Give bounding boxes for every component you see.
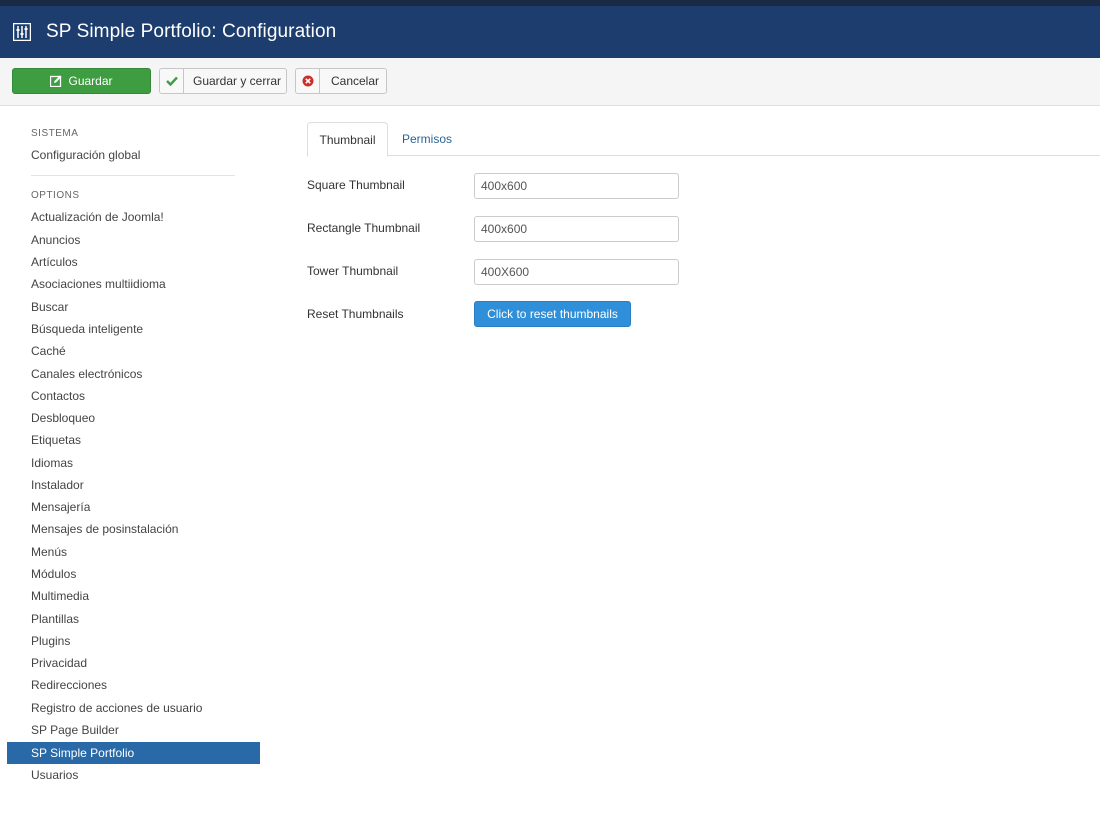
sidebar-item[interactable]: Buscar: [31, 300, 68, 314]
sidebar-item[interactable]: Mensajería: [31, 500, 90, 514]
page-header: SP Simple Portfolio: Configuration: [0, 6, 1100, 58]
edit-icon: [50, 75, 62, 87]
sidebar-item[interactable]: Idiomas: [31, 456, 73, 470]
tower-thumbnail-label: Tower Thumbnail: [307, 264, 399, 278]
sidebar-divider: [31, 175, 235, 176]
sidebar-item[interactable]: Anuncios: [31, 233, 80, 247]
cancel-label: Cancelar: [330, 74, 380, 88]
sidebar-item[interactable]: Canales electrónicos: [31, 367, 142, 381]
sidebar-heading-options: OPTIONS: [31, 190, 80, 201]
save-button[interactable]: Guardar: [12, 68, 151, 94]
reset-thumbnails-button[interactable]: Click to reset thumbnails: [474, 301, 631, 327]
cancel-button[interactable]: Cancelar: [295, 68, 387, 94]
rectangle-thumbnail-input[interactable]: 400x600: [474, 216, 679, 242]
save-label: Guardar: [68, 74, 113, 88]
sidebar-heading-system: SISTEMA: [31, 128, 79, 139]
sidebar-item[interactable]: Privacidad: [31, 656, 87, 670]
sliders-icon: [12, 22, 32, 42]
toolbar: Guardar Guardar y cerrar Cancelar: [0, 58, 1100, 106]
sidebar-item[interactable]: Módulos: [31, 567, 76, 581]
sidebar-item[interactable]: Instalador: [31, 478, 84, 492]
sidebar-item[interactable]: Contactos: [31, 389, 85, 403]
sidebar-item[interactable]: Caché: [31, 344, 66, 358]
sidebar-item[interactable]: Artículos: [31, 255, 78, 269]
reset-thumbnails-label: Reset Thumbnails: [307, 307, 404, 321]
sidebar-item[interactable]: Registro de acciones de usuario: [31, 701, 202, 715]
sidebar-item[interactable]: Menús: [31, 545, 67, 559]
save-and-close-label: Guardar y cerrar: [192, 74, 282, 88]
sidebar-item[interactable]: Asociaciones multiidioma: [31, 277, 166, 291]
tab-bar: Thumbnail Permisos: [307, 122, 1100, 157]
sidebar-item[interactable]: Búsqueda inteligente: [31, 322, 143, 336]
sidebar-item[interactable]: Redirecciones: [31, 678, 107, 692]
sidebar-item[interactable]: Actualización de Joomla!: [31, 210, 164, 224]
tab-permisos[interactable]: Permisos: [402, 122, 452, 156]
tab-thumbnail[interactable]: Thumbnail: [307, 122, 388, 157]
check-icon: [160, 69, 184, 93]
sidebar-item[interactable]: Multimedia: [31, 589, 89, 603]
square-thumbnail-label: Square Thumbnail: [307, 178, 405, 192]
sidebar-item[interactable]: Usuarios: [31, 768, 78, 782]
square-thumbnail-input[interactable]: 400x600: [474, 173, 679, 199]
tower-thumbnail-input[interactable]: 400X600: [474, 259, 679, 285]
sidebar-item[interactable]: SP Page Builder: [31, 723, 119, 737]
rectangle-thumbnail-label: Rectangle Thumbnail: [307, 221, 421, 235]
sidebar-item[interactable]: Plugins: [31, 634, 70, 648]
cancel-circle-icon: [296, 69, 320, 93]
sidebar-item-active-label: SP Simple Portfolio: [31, 746, 135, 760]
page-title: SP Simple Portfolio: Configuration: [46, 21, 337, 42]
sidebar-item[interactable]: Desbloqueo: [31, 411, 95, 425]
sidebar-item[interactable]: Plantillas: [31, 612, 79, 626]
sidebar-item[interactable]: Mensajes de posinstalación: [31, 522, 178, 536]
save-and-close-button[interactable]: Guardar y cerrar: [159, 68, 287, 94]
sidebar-item-global-config[interactable]: Configuración global: [31, 148, 140, 162]
sidebar-item[interactable]: Etiquetas: [31, 433, 81, 447]
